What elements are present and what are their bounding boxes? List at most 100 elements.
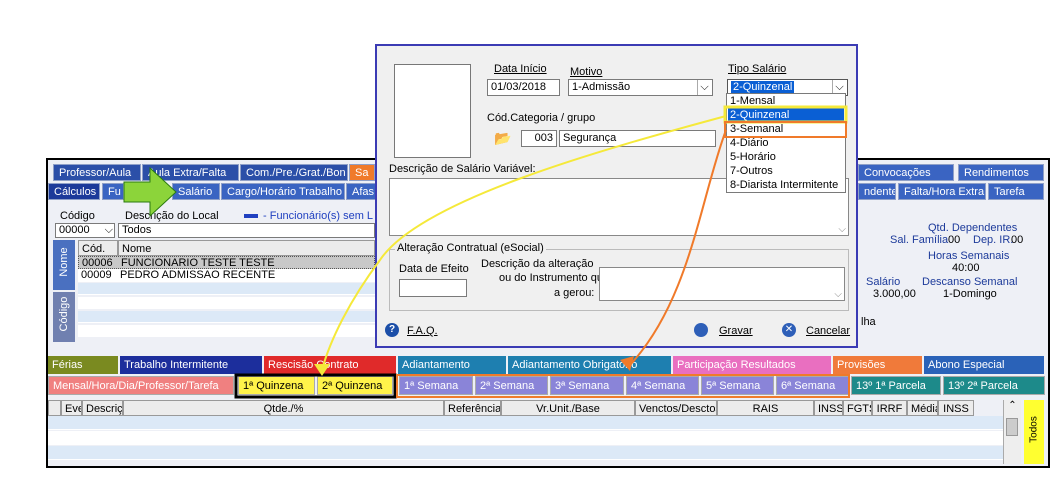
cancel-icon[interactable]: ✕	[782, 323, 796, 337]
folder-open-icon[interactable]: 📂	[494, 130, 512, 146]
photo-placeholder	[394, 64, 471, 158]
chevron-down-icon: ⌵	[104, 224, 113, 236]
data-inicio-field[interactable]: 01/03/2018	[487, 79, 560, 96]
categoria-code-field[interactable]: 003	[521, 130, 557, 147]
events-col-header[interactable]: IRRF	[872, 400, 907, 416]
descricao-alteracao-label-1: Descrição da alteração	[481, 258, 594, 270]
period-tab[interactable]: 2ª Quinzena	[317, 376, 393, 395]
data-efeito-label: Data de Efeito	[399, 263, 469, 275]
help-icon[interactable]: ?	[385, 323, 399, 337]
period-tab[interactable]: 3ª Semana	[550, 376, 624, 395]
period-tab[interactable]: 4ª Semana	[626, 376, 699, 395]
side-tab-codigo[interactable]: Código	[53, 292, 75, 342]
events-col-header[interactable]: Evento	[61, 400, 82, 416]
side-tab-nome[interactable]: Nome	[53, 240, 75, 290]
top-tab[interactable]: Aula Extra/Falta	[142, 164, 239, 181]
legend-text: - Funcionário(s) sem L	[263, 210, 373, 222]
tipo-salario-option[interactable]: 4-Diário	[728, 136, 844, 150]
top-tab[interactable]: Rendimentos	[958, 164, 1044, 181]
period-tab[interactable]: 1ª Semana	[399, 376, 473, 395]
motivo-select[interactable]: 1-Admissão ⌵	[568, 79, 713, 96]
top-tab[interactable]: Sa	[349, 164, 375, 181]
col-nome-header[interactable]: Nome	[118, 240, 375, 256]
period-tab[interactable]: 13º 1ª Parcela	[851, 376, 941, 395]
sub-tab[interactable]: Fu	[102, 183, 124, 200]
cod-categoria-label: Cód.Categoria / grupo	[487, 112, 596, 124]
tipo-salario-label: Tipo Salário	[728, 63, 787, 75]
data-efeito-field[interactable]	[399, 279, 467, 297]
todos-side-tab[interactable]: Todos	[1024, 400, 1044, 464]
events-col-header[interactable]: INSS	[938, 400, 974, 416]
descricao-variavel-label: Descrição de Salário Variável:	[389, 163, 536, 175]
sub-tab[interactable]: Cargo/Horário Trabalho	[221, 183, 345, 200]
save-icon[interactable]	[694, 323, 708, 337]
table-row[interactable]: 00006 FUNCIONARIO TESTE TESTE	[78, 256, 375, 269]
tipo-salario-dropdown-list: 1-Mensal 2-Quinzenal 3-Semanal 4-Diário 5-Ho…	[726, 93, 846, 193]
empty-row	[78, 311, 375, 323]
bottom-tab[interactable]: Participação Resultados	[673, 356, 831, 374]
sub-tab[interactable]: Afas	[346, 183, 376, 200]
sub-tab[interactable]: ndente	[858, 183, 896, 200]
period-tab[interactable]: 1ª Quinzena	[238, 376, 315, 395]
descricao-local-field[interactable]: Todos	[118, 223, 375, 238]
period-tab[interactable]: Mensal/Hora/Dia/Professor/Tarefa	[48, 376, 234, 395]
period-tab[interactable]: 6ª Semana	[776, 376, 849, 395]
bottom-tab[interactable]: Abono Especial	[924, 356, 1044, 374]
cancelar-button[interactable]: Cancelar	[806, 325, 850, 337]
events-col-header[interactable]: Vr.Unit./Base	[501, 400, 635, 416]
events-col-header[interactable]: Referência	[444, 400, 501, 416]
period-tab[interactable]: 2ª Semana	[475, 376, 548, 395]
events-grid-body	[48, 416, 1003, 466]
tipo-salario-option[interactable]: 3-Semanal	[728, 122, 844, 136]
tipo-salario-option[interactable]: 2-Quinzenal	[728, 108, 844, 122]
col-cod-header[interactable]: Cód.	[78, 240, 118, 256]
faq-link[interactable]: F.A.Q.	[407, 325, 438, 337]
empty-row	[78, 325, 375, 337]
descricao-alteracao-textarea[interactable]: ⌵	[599, 267, 845, 301]
alteracao-group-title: Alteração Contratual (eSocial)	[395, 242, 546, 254]
period-tab[interactable]: 5ª Semana	[701, 376, 774, 395]
events-col-header[interactable]: RAIS	[717, 400, 814, 416]
sub-tab[interactable]: Salário	[172, 183, 220, 200]
codigo-select[interactable]: 00000 ⌵	[55, 223, 115, 238]
bottom-tab[interactable]: Férias	[48, 356, 118, 374]
top-tab[interactable]: Convocações	[858, 164, 954, 181]
events-col-header[interactable]: Média	[907, 400, 938, 416]
events-col-header[interactable]: Qtde./%	[123, 400, 444, 416]
chevron-down-icon: ⌵	[697, 80, 711, 95]
categoria-name-field: Segurança	[559, 130, 716, 147]
bottom-tab[interactable]: Trabalho Intermitente	[120, 356, 262, 374]
empty-row	[78, 297, 375, 309]
sub-tab[interactable]: Cálculos	[48, 183, 100, 200]
empty-row	[78, 283, 375, 295]
scroll-thumb[interactable]	[1006, 418, 1018, 436]
employee-info-panel: Qtd. Dependentes Sal. Família 00 Dep. IR…	[858, 210, 1044, 335]
tipo-salario-option[interactable]: 1-Mensal	[728, 94, 844, 108]
bottom-tab[interactable]: Rescisão Contrato	[264, 356, 396, 374]
events-col-header[interactable]: Venctos/Desctos	[635, 400, 717, 416]
legend-swatch	[244, 214, 258, 218]
sub-tab[interactable]: Falta/Hora Extra	[898, 183, 986, 200]
chevron-down-icon: ⌵	[838, 224, 846, 235]
tipo-salario-option[interactable]: 5-Horário	[728, 150, 844, 164]
events-col-header[interactable]: FGTS	[843, 400, 872, 416]
gravar-button[interactable]: Gravar	[719, 325, 753, 337]
period-tab[interactable]: 13º 2ª Parcela	[943, 376, 1045, 395]
chevron-up-icon[interactable]: ⌃	[1004, 400, 1021, 411]
tipo-salario-option[interactable]: 8-Diarista Intermitente	[728, 178, 844, 192]
descricao-alteracao-label-3: a gerou:	[554, 287, 595, 299]
bottom-tab[interactable]: Adiantamento	[398, 356, 506, 374]
events-scrollbar[interactable]: ⌃	[1003, 400, 1021, 464]
bottom-tab[interactable]: Adiantamento Obrigatório	[508, 356, 671, 374]
descricao-alteracao-label-2: ou do Instrumento que	[499, 272, 610, 284]
bottom-tab[interactable]: Provisões	[833, 356, 922, 374]
tipo-salario-option[interactable]: 7-Outros	[728, 164, 844, 178]
sub-tab[interactable]: Tarefa	[988, 183, 1044, 200]
table-row[interactable]: 00009 PEDRO ADMISSAO RECENTE	[78, 269, 375, 282]
top-tab[interactable]: Professor/Aula	[53, 164, 141, 181]
events-col-header[interactable]: Descrição	[82, 400, 123, 416]
row-selector-header	[48, 400, 61, 416]
top-tab[interactable]: Com./Pre./Grat./Bon	[240, 164, 348, 181]
events-col-header[interactable]: INSS	[814, 400, 843, 416]
data-inicio-label: Data Início	[494, 63, 547, 75]
